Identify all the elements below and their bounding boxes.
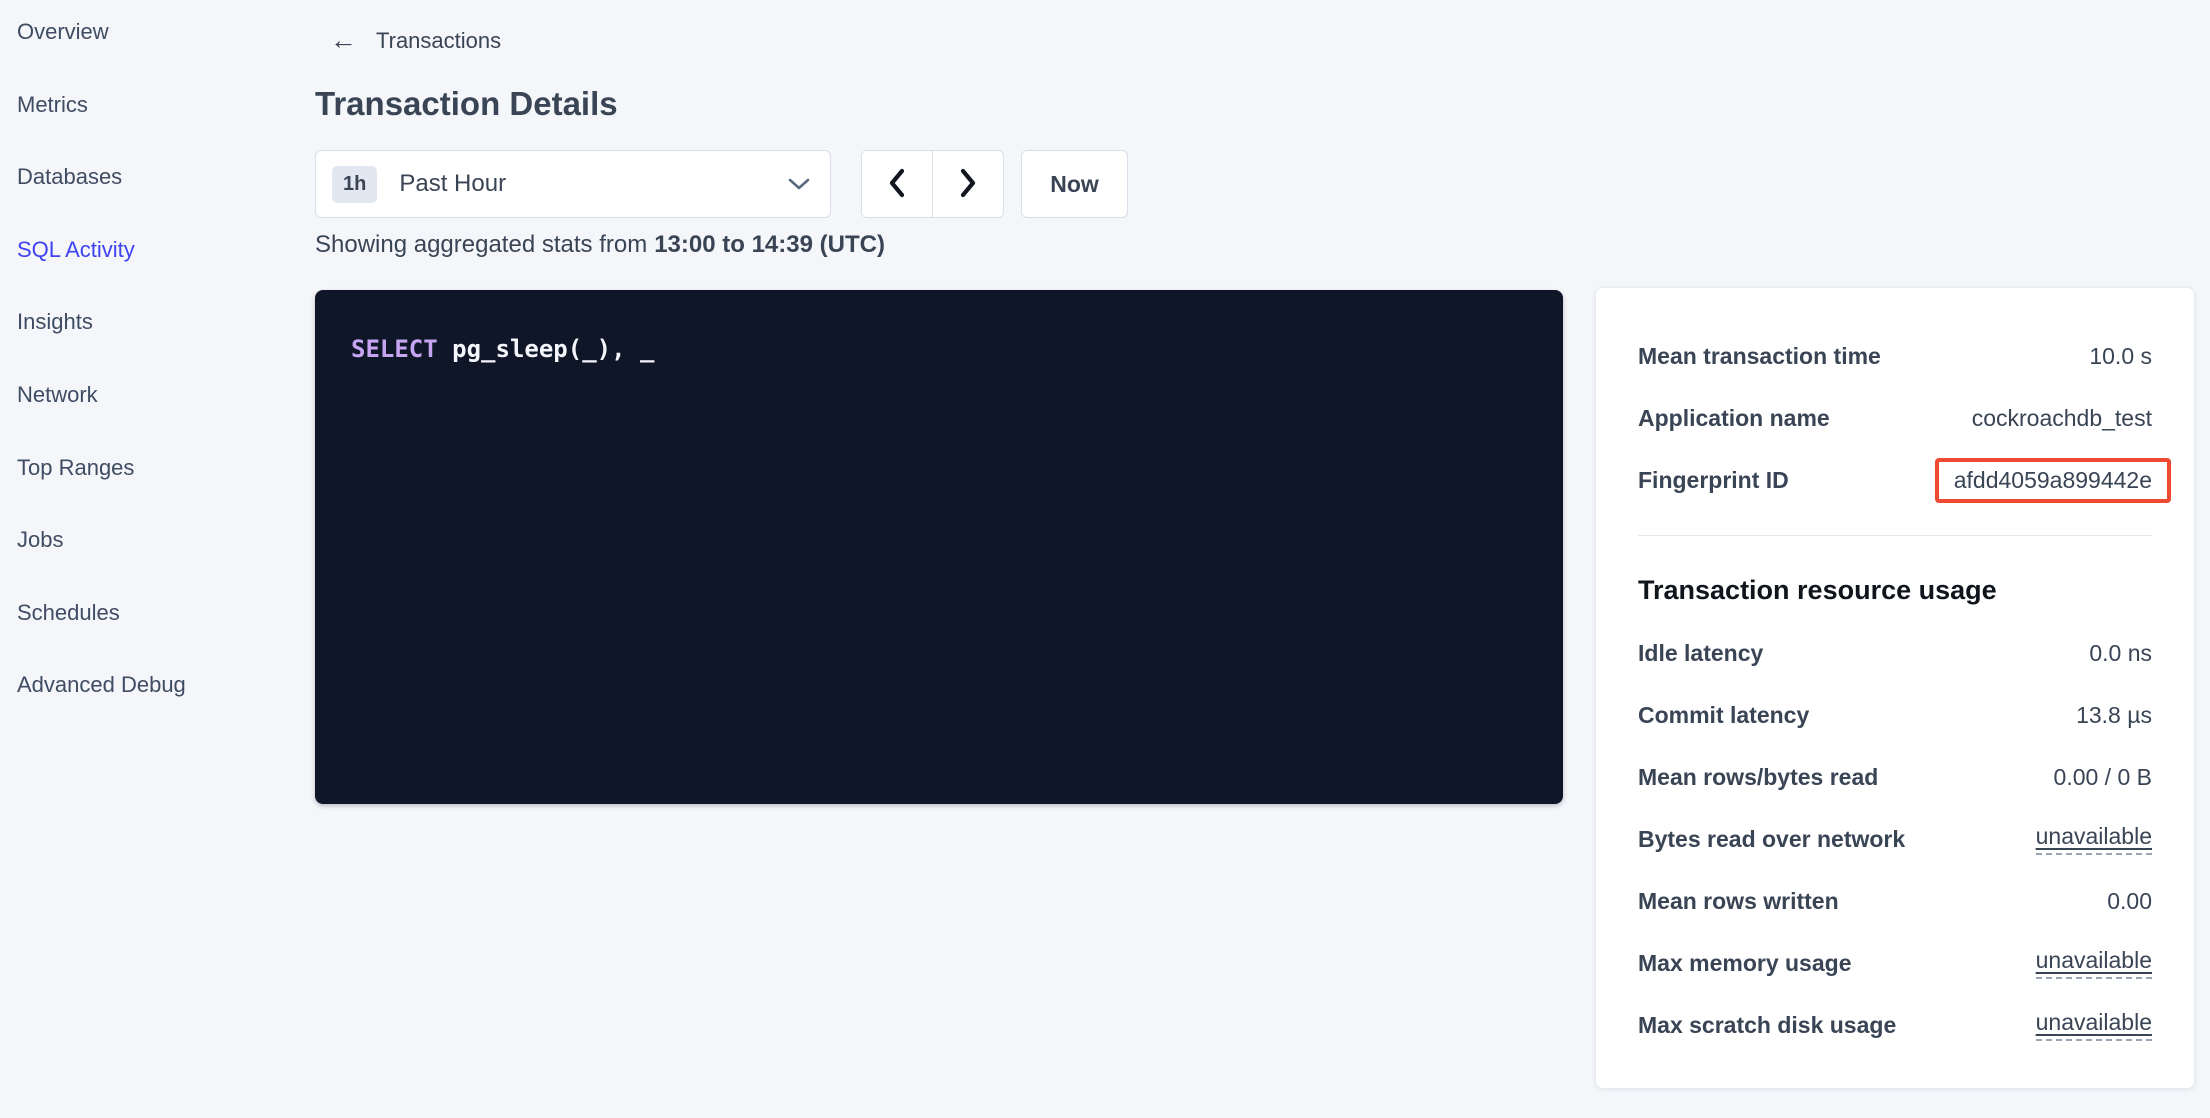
stats-prefix: Showing aggregated stats from: [315, 231, 647, 258]
sql-statement-text: SELECT pg_sleep(_), _: [351, 335, 654, 363]
sidebar-item-network[interactable]: Network: [17, 372, 300, 445]
card-divider: [1638, 535, 2152, 536]
back-arrow-icon: ←: [330, 27, 357, 54]
stats-time-range: 13:00 to 14:39 (UTC): [654, 231, 885, 258]
sidebar-item-advanced-debug[interactable]: Advanced Debug: [17, 662, 300, 735]
sidebar-item-databases[interactable]: Databases: [17, 154, 300, 227]
row-label: Fingerprint ID: [1638, 467, 1789, 494]
sidebar-item-jobs[interactable]: Jobs: [17, 517, 300, 590]
sql-body: pg_sleep(_), _: [438, 335, 655, 363]
summary-row-fingerprint-id: Fingerprint ID afdd4059a899442e: [1638, 449, 2152, 511]
summary-card: Mean transaction time 10.0 s Application…: [1595, 287, 2195, 1089]
chevron-right-icon: [958, 168, 978, 201]
sidebar-item-insights[interactable]: Insights: [17, 299, 300, 372]
row-label: Mean transaction time: [1638, 343, 1881, 370]
details-content-row: SELECT pg_sleep(_), _ Mean transaction t…: [315, 290, 2195, 1089]
resource-row-max-memory-usage: Max memory usage unavailable: [1638, 932, 2152, 994]
now-button[interactable]: Now: [1021, 150, 1128, 218]
sidebar-item-metrics[interactable]: Metrics: [17, 82, 300, 155]
resource-row-max-scratch-disk-usage: Max scratch disk usage unavailable: [1638, 994, 2152, 1056]
app-root: Overview Metrics Databases SQL Activity …: [0, 0, 2210, 1118]
row-label: Commit latency: [1638, 702, 1809, 729]
time-pager: [861, 150, 1004, 218]
chevron-down-icon: [788, 177, 810, 191]
sql-keyword: SELECT: [351, 335, 438, 363]
sql-statement-box: SELECT pg_sleep(_), _: [315, 290, 1563, 804]
sidebar-nav-list: Overview Metrics Databases SQL Activity …: [17, 9, 300, 735]
sidebar-item-schedules[interactable]: Schedules: [17, 590, 300, 663]
fingerprint-highlight-annotation: afdd4059a899442e: [1935, 458, 2171, 503]
row-value: 10.0 s: [2089, 343, 2152, 370]
resource-row-mean-rows-written: Mean rows written 0.00: [1638, 870, 2152, 932]
sidebar: Overview Metrics Databases SQL Activity …: [0, 0, 300, 735]
sidebar-item-sql-activity[interactable]: SQL Activity: [17, 227, 300, 300]
unavailable-tooltip-trigger[interactable]: unavailable: [2036, 947, 2152, 979]
time-range-badge: 1h: [332, 166, 377, 203]
row-label: Max memory usage: [1638, 950, 1851, 977]
row-label: Bytes read over network: [1638, 826, 1905, 853]
resource-row-commit-latency: Commit latency 13.8 µs: [1638, 684, 2152, 746]
sidebar-item-overview[interactable]: Overview: [17, 9, 300, 82]
time-range-dropdown[interactable]: 1h Past Hour: [315, 150, 831, 218]
row-value: cockroachdb_test: [1972, 405, 2152, 432]
row-label: Idle latency: [1638, 640, 1763, 667]
resource-row-mean-rows-bytes-read: Mean rows/bytes read 0.00 / 0 B: [1638, 746, 2152, 808]
unavailable-tooltip-trigger[interactable]: unavailable: [2036, 823, 2152, 855]
main-content: ← Transactions Transaction Details 1h Pa…: [315, 0, 2195, 1089]
summary-row-application-name: Application name cockroachdb_test: [1638, 387, 2152, 449]
row-value: 0.0 ns: [2089, 640, 2152, 667]
row-label: Max scratch disk usage: [1638, 1012, 1896, 1039]
row-value: 13.8 µs: [2076, 702, 2152, 729]
resource-row-idle-latency: Idle latency 0.0 ns: [1638, 622, 2152, 684]
row-value: 0.00: [2107, 888, 2152, 915]
time-picker-controls: 1h Past Hour Now: [315, 150, 2195, 218]
resource-usage-heading: Transaction resource usage: [1638, 572, 2152, 608]
next-time-button[interactable]: [933, 151, 1004, 217]
time-range-selected-label: Past Hour: [399, 170, 506, 198]
row-label: Mean rows written: [1638, 888, 1839, 915]
chevron-left-icon: [887, 168, 907, 201]
row-value: 0.00 / 0 B: [2054, 764, 2152, 791]
resource-row-bytes-read-over-network: Bytes read over network unavailable: [1638, 808, 2152, 870]
sidebar-item-top-ranges[interactable]: Top Ranges: [17, 445, 300, 518]
prev-time-button[interactable]: [862, 151, 933, 217]
breadcrumb-back-transactions[interactable]: ← Transactions: [330, 27, 2195, 54]
summary-row-mean-transaction-time: Mean transaction time 10.0 s: [1638, 325, 2152, 387]
row-label: Application name: [1638, 405, 1830, 432]
page-title: Transaction Details: [315, 84, 2195, 124]
unavailable-tooltip-trigger[interactable]: unavailable: [2036, 1009, 2152, 1041]
breadcrumb-label: Transactions: [376, 27, 501, 54]
aggregated-stats-line: Showing aggregated stats from 13:00 to 14…: [315, 230, 2195, 260]
row-label: Mean rows/bytes read: [1638, 764, 1878, 791]
